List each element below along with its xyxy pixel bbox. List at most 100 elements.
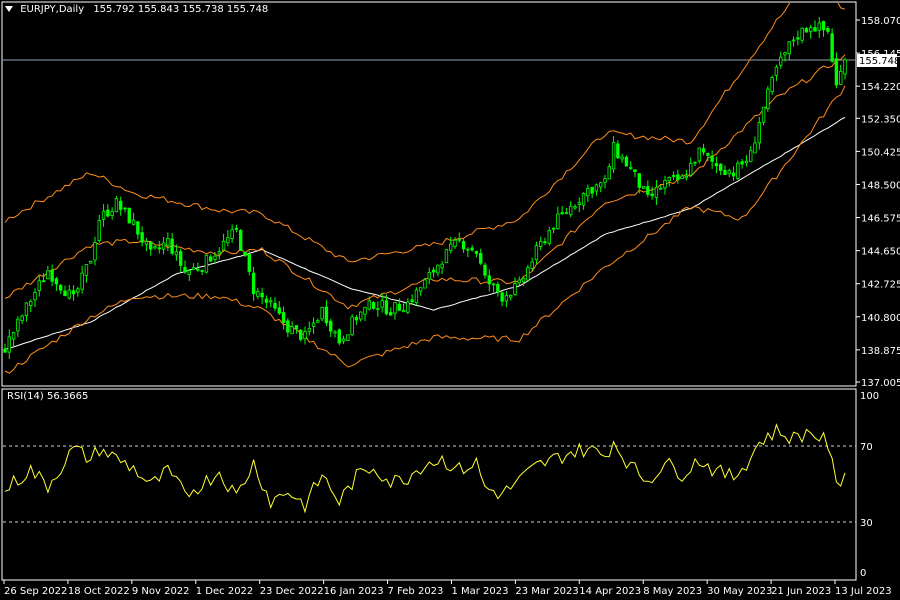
candle <box>419 287 423 297</box>
candle <box>564 207 569 215</box>
candle <box>341 335 346 345</box>
candle <box>624 155 629 167</box>
candle <box>303 326 307 345</box>
candle <box>170 232 174 256</box>
time-tick-label: 1 Dec 2022 <box>196 586 254 597</box>
candle <box>84 264 89 283</box>
candle <box>401 303 406 313</box>
candle <box>611 136 616 174</box>
candle <box>149 241 153 256</box>
candle <box>324 300 329 327</box>
candle <box>839 64 843 85</box>
candle <box>693 161 697 167</box>
candle <box>350 314 354 337</box>
candle <box>200 269 204 276</box>
candle <box>500 291 504 307</box>
candle <box>71 285 76 301</box>
price-tick-label: 138.875 <box>861 346 900 357</box>
candle <box>59 284 63 295</box>
candle <box>496 281 500 297</box>
candle <box>144 237 149 252</box>
candle <box>281 306 286 330</box>
price-badge-text: 155.748 <box>859 56 900 67</box>
candle <box>41 273 46 283</box>
candle <box>766 85 770 112</box>
bollinger-bands <box>4 3 846 374</box>
rsi-tick-100: 100 <box>860 391 879 402</box>
candle <box>136 221 140 240</box>
candle <box>654 180 659 205</box>
candle <box>187 269 191 282</box>
triangle-down-icon[interactable] <box>5 6 13 12</box>
candle <box>830 28 834 63</box>
price-tick-label: 148.500 <box>861 180 900 191</box>
candle <box>560 205 564 216</box>
candle <box>740 158 744 169</box>
candle <box>243 251 247 258</box>
candle <box>809 24 813 39</box>
candle <box>504 291 509 308</box>
time-tick-label: 1 Mar 2023 <box>451 586 508 597</box>
candle <box>110 207 114 220</box>
candle <box>166 232 170 252</box>
candle <box>547 226 551 246</box>
candle <box>800 27 804 44</box>
candle <box>667 176 671 187</box>
candle <box>453 237 457 249</box>
price-tick-label: 144.650 <box>861 247 900 258</box>
candle <box>436 264 440 277</box>
candle <box>599 181 603 193</box>
candle <box>457 232 461 243</box>
candle <box>20 314 24 324</box>
candle <box>791 36 796 47</box>
candle <box>714 156 719 174</box>
candle <box>461 238 466 253</box>
candle <box>131 212 136 226</box>
time-tick-label: 23 Dec 2022 <box>260 586 324 597</box>
candle <box>89 260 93 264</box>
time-tick-label: 21 Jun 2023 <box>771 586 831 597</box>
candle <box>427 267 431 285</box>
rsi-panel-frame <box>1 388 857 581</box>
candle <box>46 265 50 280</box>
candle <box>3 343 7 353</box>
candle <box>487 269 491 292</box>
bollinger-middle-line <box>4 54 846 310</box>
price-tick-label: 140.800 <box>861 313 900 324</box>
candle <box>843 57 847 80</box>
candle <box>689 157 693 177</box>
candle <box>491 282 496 293</box>
candle <box>273 297 277 312</box>
price-tick-label: 158.070 <box>861 16 900 27</box>
candle <box>663 175 667 195</box>
candle <box>307 321 311 336</box>
candle <box>16 316 20 337</box>
candle <box>80 265 84 294</box>
rsi-series <box>4 423 846 514</box>
trading-chart[interactable]: 158.070156.145154.220152.350150.425148.5… <box>0 0 900 600</box>
candle <box>569 201 573 218</box>
chart-header: EURJPY,Daily 155.792 155.843 155.738 155… <box>5 4 268 15</box>
price-tick-label: 146.575 <box>861 214 900 225</box>
candle <box>286 318 290 338</box>
candle <box>723 165 727 175</box>
candle <box>466 247 470 258</box>
candle <box>646 180 650 198</box>
price-axis: 158.070156.145154.220152.350150.425148.5… <box>856 16 900 389</box>
candle <box>826 26 830 35</box>
candle <box>676 169 680 184</box>
candle <box>556 206 560 230</box>
candle <box>821 20 826 37</box>
time-tick-label: 8 May 2023 <box>643 586 702 597</box>
candle <box>770 75 774 95</box>
candle <box>50 264 54 287</box>
time-tick-label: 30 May 2023 <box>707 586 772 597</box>
candle <box>76 286 80 297</box>
price-tick-label: 142.725 <box>861 280 900 291</box>
candle <box>414 287 419 305</box>
candle <box>573 204 577 210</box>
candle <box>671 171 676 181</box>
candle <box>581 192 586 210</box>
candle <box>757 116 761 150</box>
candle <box>607 163 611 180</box>
